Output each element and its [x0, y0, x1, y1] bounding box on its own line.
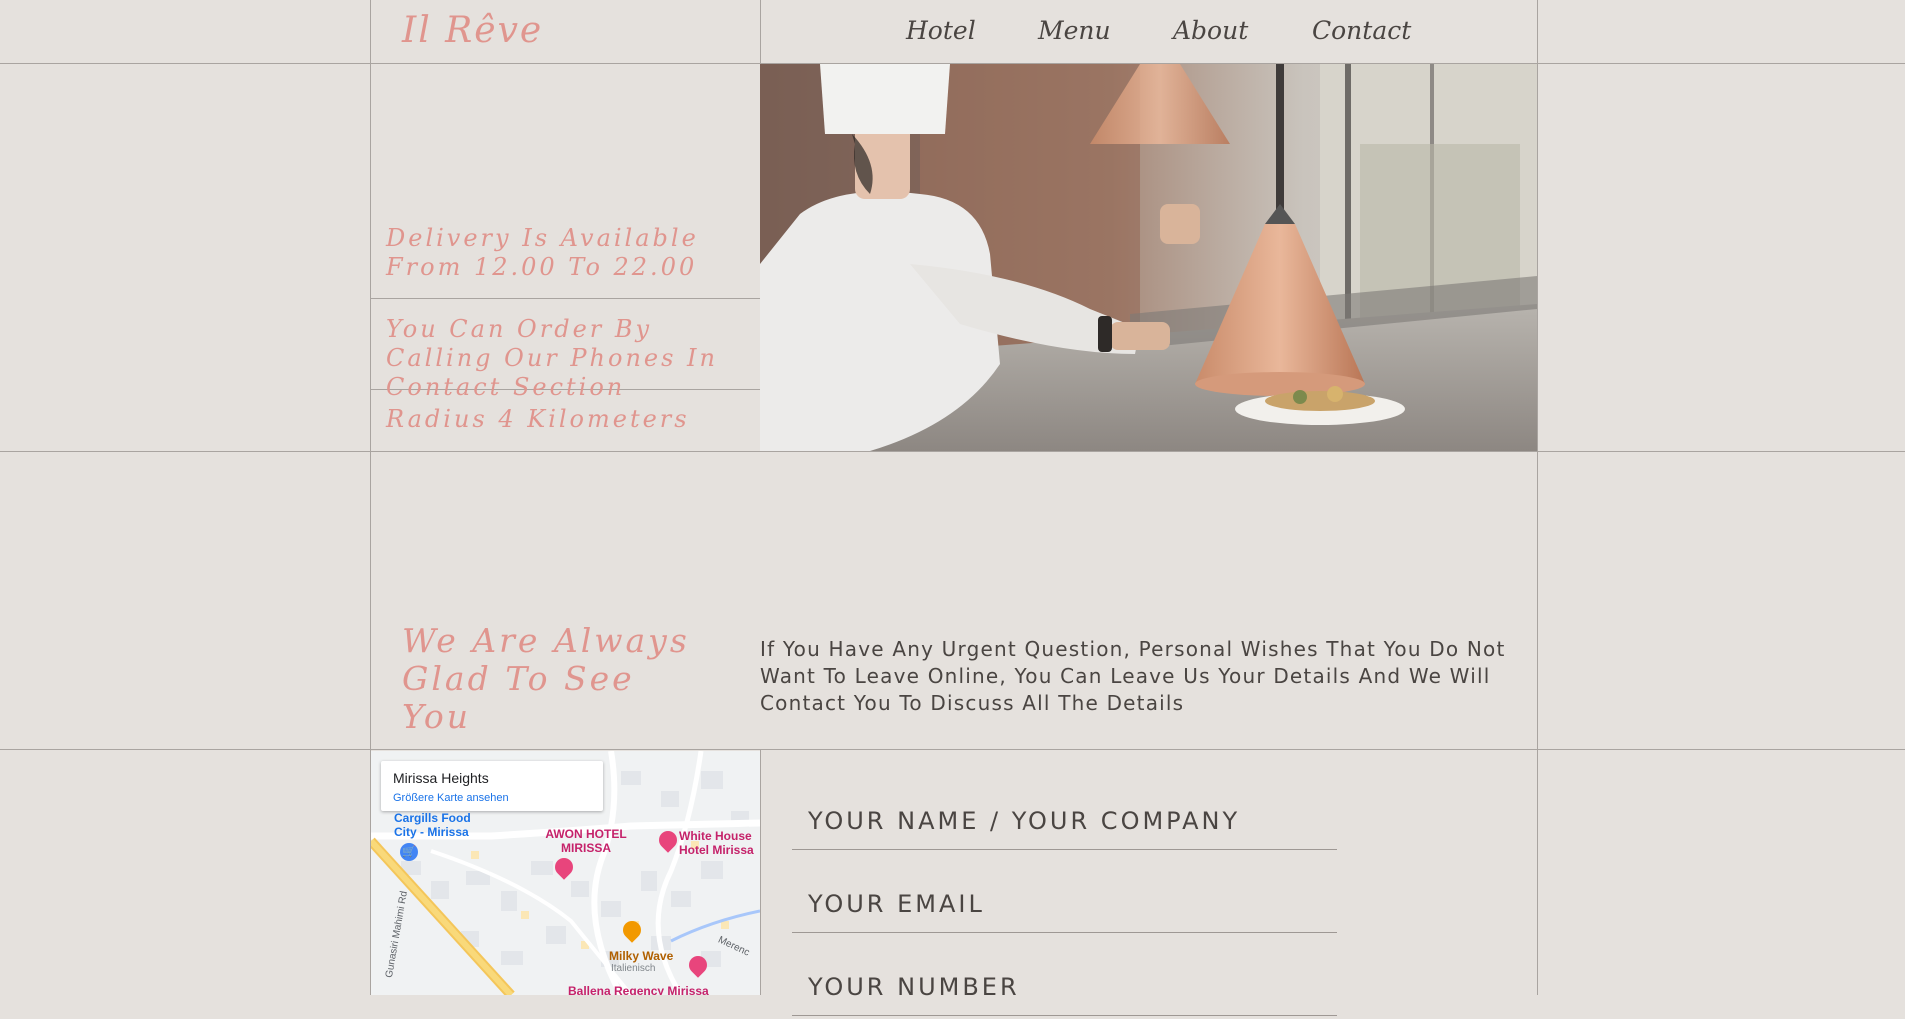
- name-field-wrapper: [792, 793, 1337, 853]
- grid-line-right: [1537, 0, 1538, 995]
- phone-number-input[interactable]: [792, 959, 1337, 1016]
- nav-link-hotel[interactable]: Hotel: [906, 16, 976, 45]
- shopping-cart-icon[interactable]: 🛒: [400, 843, 418, 861]
- map-label-ballena[interactable]: Ballena Regency Mirissa: [568, 984, 709, 995]
- grid-line-hero-bottom: [0, 451, 1905, 452]
- map-larger-map-link[interactable]: Größere Karte ansehen: [393, 792, 509, 804]
- grid-line-mid-bottom: [760, 749, 761, 995]
- email-field-wrapper: [792, 876, 1337, 936]
- delivery-phone-text: You Can Order By Calling Our Phones In C…: [386, 315, 718, 401]
- nav-link-menu[interactable]: Menu: [1038, 16, 1111, 45]
- hero-chef-image: [760, 64, 1537, 451]
- grid-line-intro-bottom: [0, 749, 1905, 750]
- map-label-milky-wave-sub: Italienisch: [611, 963, 656, 974]
- nav-link-contact[interactable]: Contact: [1312, 16, 1411, 45]
- number-field-wrapper: [792, 959, 1337, 1019]
- grid-line-info-1: [370, 298, 760, 299]
- map-place-name: Mirissa Heights: [393, 770, 489, 786]
- welcome-heading: We Are Always Glad To See You: [402, 621, 690, 736]
- delivery-hours-text: Delivery Is Available From 12.00 To 22.0…: [386, 224, 699, 281]
- nav-link-about[interactable]: About: [1173, 16, 1248, 45]
- contact-description: If You Have Any Urgent Question, Persona…: [760, 637, 1506, 715]
- name-company-input[interactable]: [792, 793, 1337, 850]
- delivery-radius-text: Radius 4 Kilometers: [386, 405, 690, 433]
- site-logo[interactable]: Il Rêve: [402, 10, 543, 51]
- map-embed[interactable]: Mirissa Heights Größere Karte ansehen Ca…: [371, 751, 760, 995]
- map-label-white-house[interactable]: White House Hotel Mirissa: [679, 829, 760, 857]
- map-label-milky-wave[interactable]: Milky Wave: [609, 949, 673, 963]
- map-label-awon-hotel[interactable]: AWON HOTEL MIRISSA: [536, 827, 636, 855]
- map-label-cargills[interactable]: Cargills Food City - Mirissa: [394, 811, 494, 839]
- email-input[interactable]: [792, 876, 1337, 933]
- map-place-card: Mirissa Heights Größere Karte ansehen: [381, 761, 603, 811]
